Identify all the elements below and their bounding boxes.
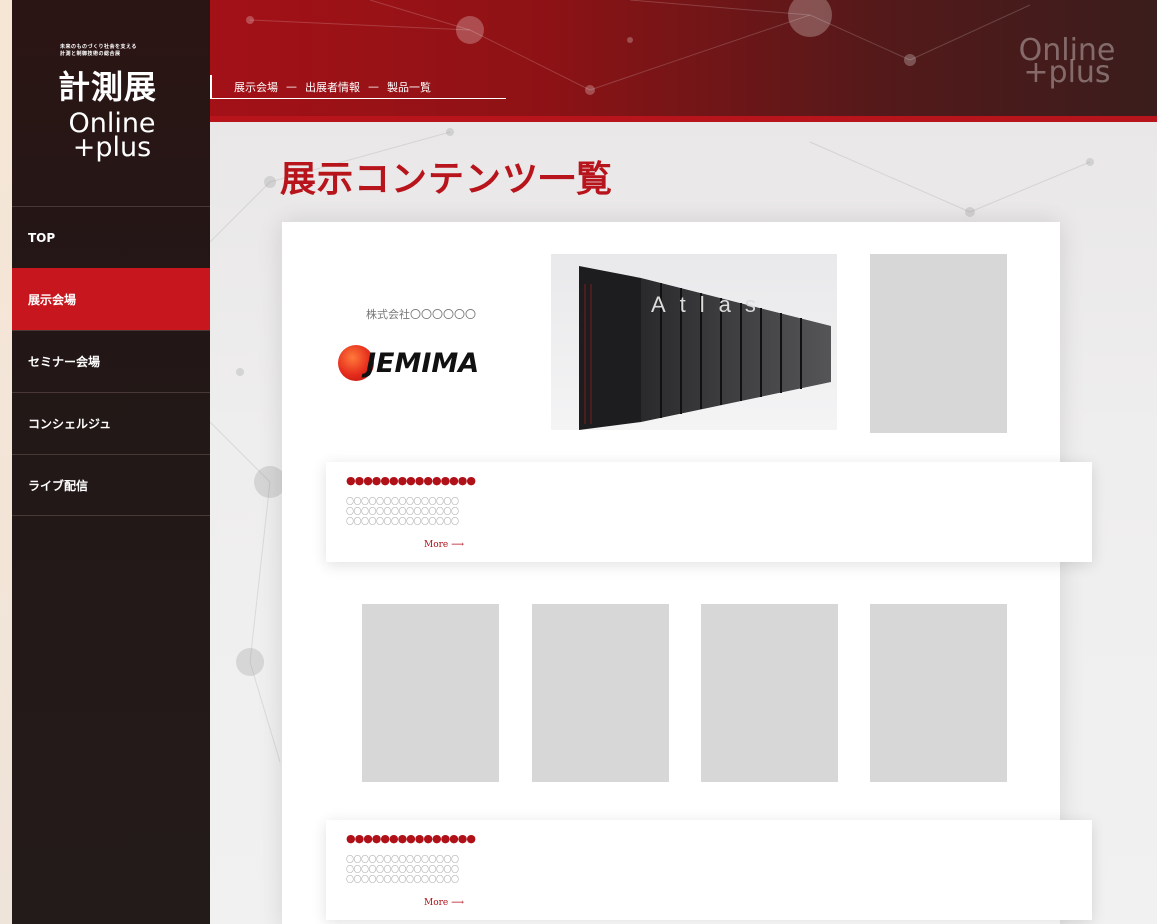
- sidebar-item-label: セミナー会場: [28, 355, 101, 369]
- content-thumbnail[interactable]: [870, 604, 1007, 782]
- company-logo-text: JEMIMA: [366, 347, 480, 379]
- sidebar: 未来のものづくり社会を支える 計測と制御技術の総合展 計測展 Online +p…: [12, 0, 210, 924]
- exhibitor-card: 株式会社〇〇〇〇〇〇 JEMIMA Atlas ●●●●●●●●●●●●●●● …: [282, 222, 1092, 924]
- content-thumbnail[interactable]: [532, 604, 669, 782]
- sidebar-nav: TOP 展示会場 セミナー会場 コンシェルジュ ライブ配信: [12, 206, 210, 516]
- page-header: 展示会場 — 出展者情報 — 製品一覧 Online +plus: [210, 0, 1157, 118]
- sidebar-item-label: ライブ配信: [28, 478, 89, 493]
- app-frame: 未来のものづくり社会を支える 計測と制御技術の総合展 計測展 Online +p…: [12, 0, 1157, 924]
- sidebar-item-exhibition-hall[interactable]: 展示会場: [12, 268, 210, 330]
- site-logo[interactable]: 未来のものづくり社会を支える 計測と制御技術の総合展 計測展 Online +p…: [12, 0, 210, 206]
- company-name: 株式会社〇〇〇〇〇〇: [366, 308, 476, 321]
- sidebar-item-label: 展示会場: [28, 293, 77, 307]
- outer-edge: [0, 0, 12, 924]
- breadcrumb: 展示会場 — 出展者情報 — 製品一覧: [210, 75, 506, 99]
- content-thumbnail[interactable]: [701, 604, 838, 782]
- breadcrumb-item[interactable]: 出展者情報: [305, 79, 360, 95]
- sidebar-item-live-stream[interactable]: ライブ配信: [12, 454, 210, 516]
- page-title: 展示コンテンツ一覧: [280, 158, 614, 200]
- more-link[interactable]: More ⟶: [424, 898, 464, 908]
- sidebar-item-label: コンシェルジュ: [28, 417, 112, 431]
- header-watermark-logo: Online +plus: [1018, 33, 1116, 90]
- breadcrumb-item[interactable]: 製品一覧: [387, 79, 431, 95]
- content-title: ●●●●●●●●●●●●●●●: [346, 832, 476, 845]
- breadcrumb-separator: —: [286, 80, 297, 93]
- content-description: 〇〇〇〇〇〇〇〇〇〇〇〇〇〇〇 〇〇〇〇〇〇〇〇〇〇〇〇〇〇〇 〇〇〇〇〇〇〇〇…: [346, 497, 459, 526]
- content-thumbnail[interactable]: [362, 604, 499, 782]
- hero-image-text: Atlas: [651, 292, 770, 317]
- content-info-box: ●●●●●●●●●●●●●●● 〇〇〇〇〇〇〇〇〇〇〇〇〇〇〇 〇〇〇〇〇〇〇〇…: [326, 820, 1092, 920]
- sidebar-item-seminar-hall[interactable]: セミナー会場: [12, 330, 210, 392]
- more-link[interactable]: More ⟶: [424, 540, 464, 550]
- hero-product-image[interactable]: Atlas: [551, 254, 837, 430]
- content-thumbnail[interactable]: [870, 254, 1007, 433]
- content-title: ●●●●●●●●●●●●●●●: [346, 474, 476, 487]
- server-rack-image: Atlas: [579, 266, 831, 430]
- company-logo[interactable]: JEMIMA: [338, 345, 479, 381]
- sidebar-item-concierge[interactable]: コンシェルジュ: [12, 392, 210, 454]
- logo-title: 計測展: [58, 68, 158, 106]
- content-description: 〇〇〇〇〇〇〇〇〇〇〇〇〇〇〇 〇〇〇〇〇〇〇〇〇〇〇〇〇〇〇 〇〇〇〇〇〇〇〇…: [346, 855, 459, 884]
- sidebar-item-label: TOP: [28, 230, 56, 245]
- breadcrumb-separator: —: [368, 80, 379, 93]
- header-network-decoration: [246, 0, 1031, 95]
- breadcrumb-item[interactable]: 展示会場: [234, 79, 278, 95]
- main-content: 展示コンテンツ一覧 株式会社〇〇〇〇〇〇 JEMIMA Atlas ●●●●●●…: [210, 122, 1157, 924]
- sidebar-item-top[interactable]: TOP: [12, 206, 210, 268]
- content-info-box: ●●●●●●●●●●●●●●● 〇〇〇〇〇〇〇〇〇〇〇〇〇〇〇 〇〇〇〇〇〇〇〇…: [326, 462, 1092, 562]
- logo-online-plus: Online +plus: [68, 108, 156, 163]
- logo-tagline: 未来のものづくり社会を支える 計測と制御技術の総合展: [60, 44, 137, 57]
